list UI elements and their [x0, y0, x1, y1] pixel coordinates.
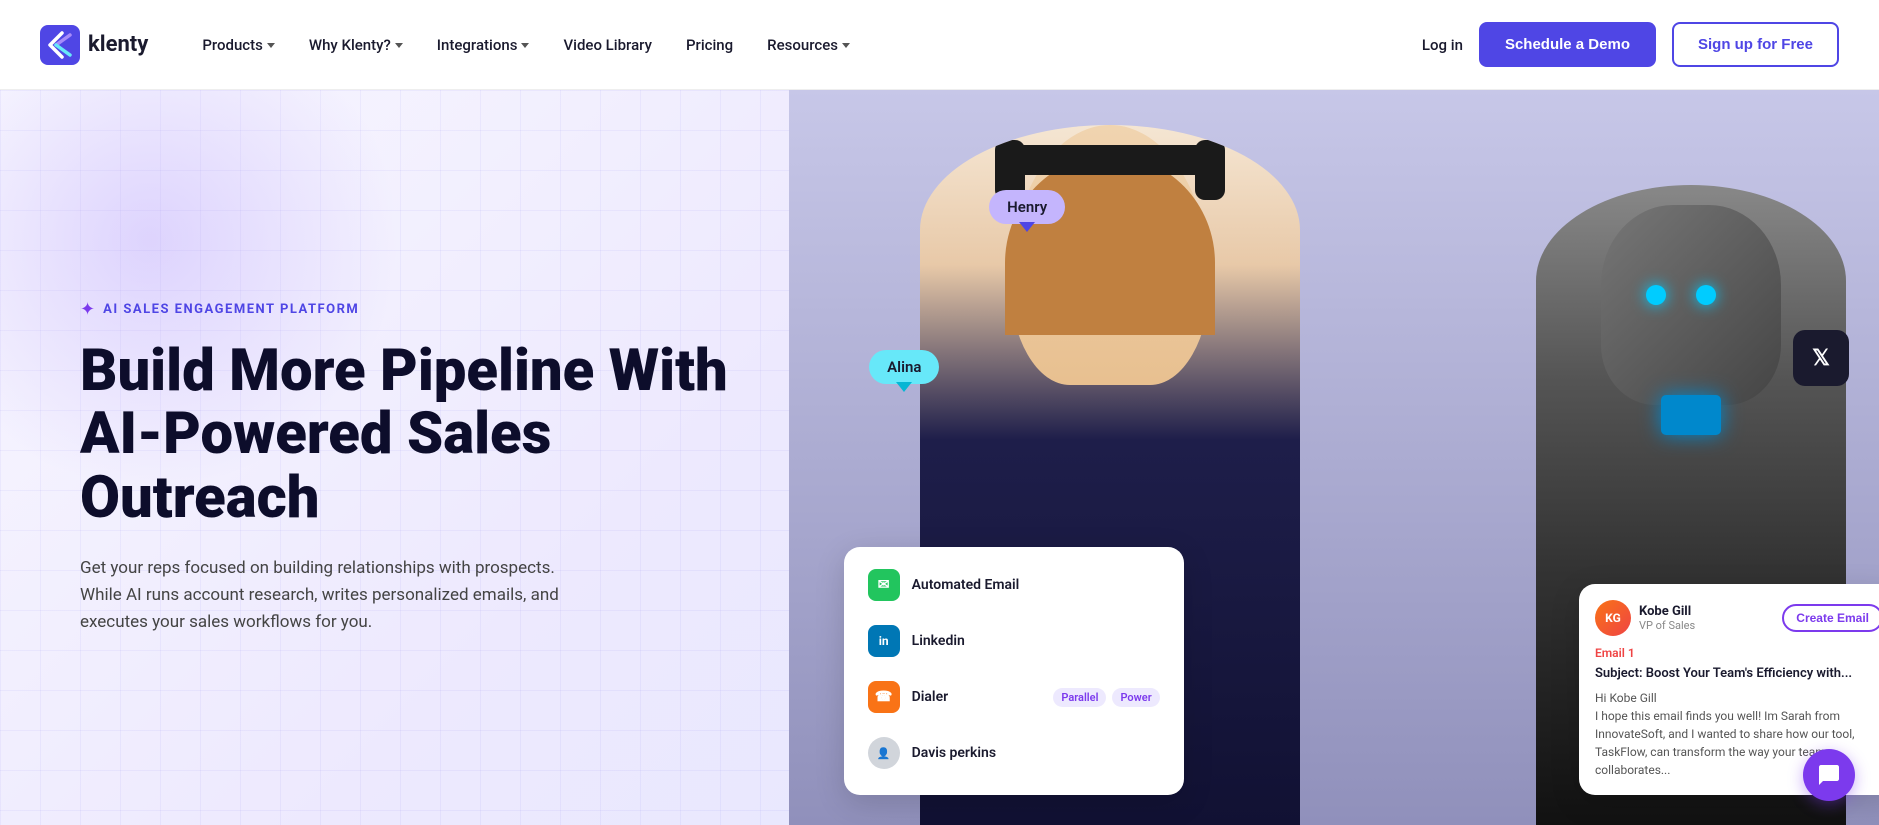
klenty-logo-icon: [40, 25, 80, 65]
user-role: VP of Sales: [1639, 619, 1695, 632]
nav-item-why-klenty[interactable]: Why Klenty?: [295, 28, 417, 62]
hero-title: Build More Pipeline With AI-Powered Sale…: [80, 340, 789, 531]
login-link[interactable]: Log in: [1422, 36, 1463, 54]
hero-subtitle: Get your reps focused on building relati…: [80, 555, 580, 637]
navbar: klenty Products Why Klenty? Integrations…: [0, 0, 1879, 90]
nav-item-resources[interactable]: Resources: [753, 28, 864, 62]
hero-content: ✦ AI Sales Engagement Platform Build Mor…: [0, 90, 789, 825]
user-name: Kobe Gill: [1639, 604, 1695, 619]
dialer-tag-parallel: Parallel: [1053, 688, 1106, 707]
hero-badge: ✦ AI Sales Engagement Platform: [80, 299, 789, 320]
nav-menu: Products Why Klenty? Integrations Video …: [188, 28, 1422, 62]
email-card-user-info: KG Kobe Gill VP of Sales: [1595, 600, 1695, 636]
kobe-avatar: KG: [1595, 600, 1631, 636]
hero-section: ✦ AI Sales Engagement Platform Build Mor…: [0, 90, 1879, 825]
nav-item-products[interactable]: Products: [188, 28, 289, 62]
dialer-tags: Parallel Power: [1053, 688, 1159, 707]
email-subject: Subject: Boost Your Team's Efficiency wi…: [1595, 666, 1879, 681]
email-channel-icon: ✉: [868, 569, 900, 601]
channel-linkedin-label: Linkedin: [912, 633, 1160, 649]
nav-item-pricing[interactable]: Pricing: [672, 28, 747, 62]
brand-name: klenty: [88, 32, 148, 57]
dialer-tag-power: Power: [1112, 688, 1159, 707]
channel-row-dialer[interactable]: ☎ Dialer Parallel Power: [856, 671, 1172, 723]
alina-bubble: Alina: [869, 350, 939, 384]
channels-card: ✉ Automated Email in Linkedin ☎ Dialer P…: [844, 547, 1184, 795]
channel-row-davis[interactable]: 👤 Davis perkins: [856, 727, 1172, 779]
chevron-down-icon: [521, 43, 529, 48]
nav-item-integrations[interactable]: Integrations: [423, 28, 544, 62]
x-social-icon: 𝕏: [1793, 330, 1849, 386]
email-card-header: KG Kobe Gill VP of Sales Create Email: [1595, 600, 1879, 636]
hero-visual: Henry Alina 𝕏 ✉ Automated Email in Linke…: [789, 90, 1879, 825]
user-details: Kobe Gill VP of Sales: [1639, 604, 1695, 632]
email-label: Email 1: [1595, 646, 1879, 660]
nav-item-video-library[interactable]: Video Library: [549, 28, 666, 62]
schedule-demo-button[interactable]: Schedule a Demo: [1479, 22, 1656, 67]
dialer-channel-icon: ☎: [868, 681, 900, 713]
create-email-button[interactable]: Create Email: [1782, 604, 1879, 632]
chevron-down-icon: [842, 43, 850, 48]
henry-bubble: Henry: [989, 190, 1065, 224]
logo[interactable]: klenty: [40, 25, 148, 65]
channel-email-label: Automated Email: [912, 577, 1160, 593]
chat-bubble-button[interactable]: [1803, 749, 1855, 801]
davis-avatar: 👤: [868, 737, 900, 769]
chevron-down-icon: [395, 43, 403, 48]
hero-badge-text: AI Sales Engagement Platform: [103, 302, 359, 317]
channel-dialer-label: Dialer: [912, 689, 1042, 705]
nav-actions: Log in Schedule a Demo Sign up for Free: [1422, 22, 1839, 67]
channel-row-linkedin[interactable]: in Linkedin: [856, 615, 1172, 667]
linkedin-channel-icon: in: [868, 625, 900, 657]
channel-davis-label: Davis perkins: [912, 745, 1160, 761]
channel-row-email[interactable]: ✉ Automated Email: [856, 559, 1172, 611]
chat-icon: [1817, 763, 1841, 787]
sparkle-icon: ✦: [80, 299, 95, 320]
chevron-down-icon: [267, 43, 275, 48]
signup-button[interactable]: Sign up for Free: [1672, 22, 1839, 67]
